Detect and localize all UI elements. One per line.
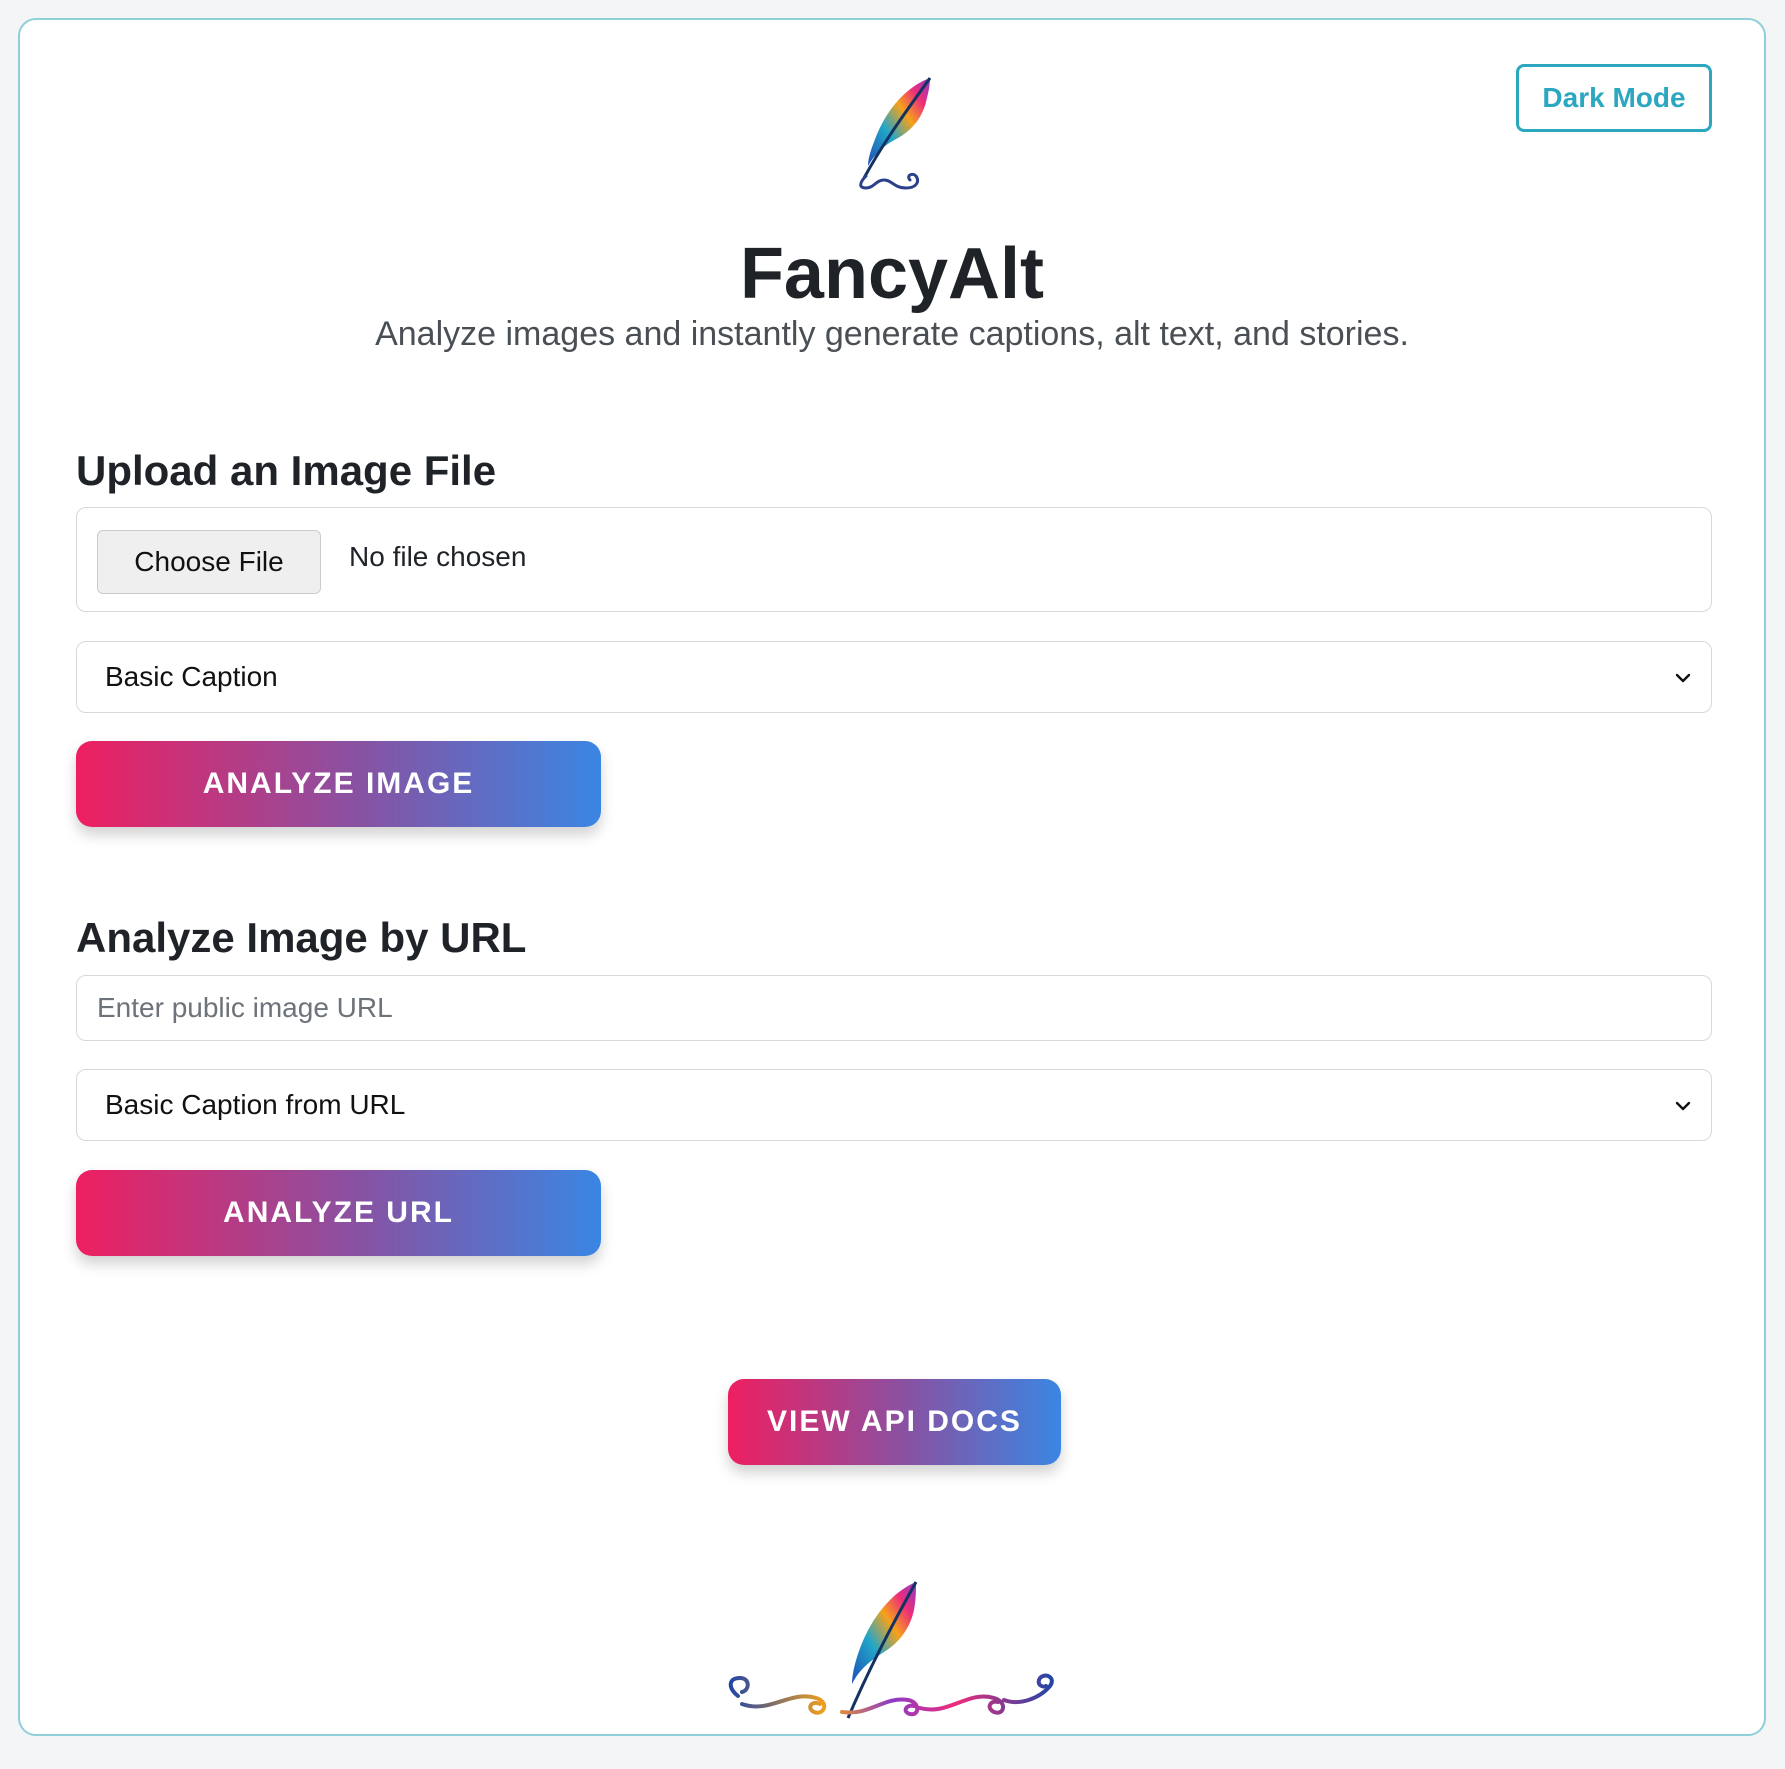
upload-section-heading: Upload an Image File: [76, 447, 497, 494]
file-upload-field[interactable]: Choose File No file chosen: [76, 507, 1712, 612]
chevron-down-icon: [1675, 1101, 1691, 1111]
analyze-url-button[interactable]: ANALYZE URL: [76, 1170, 601, 1256]
feather-quill-icon: [859, 77, 932, 190]
image-url-input[interactable]: [76, 975, 1712, 1041]
app-title: FancyAlt: [739, 234, 1045, 314]
upload-mode-value: Basic Caption: [105, 661, 278, 692]
file-status-text: No file chosen: [349, 541, 527, 572]
url-mode-select[interactable]: Basic Caption from URL: [76, 1069, 1712, 1141]
app-subtitle: Analyze images and instantly generate ca…: [375, 315, 1409, 353]
url-mode-value: Basic Caption from URL: [105, 1089, 406, 1120]
chevron-down-icon: [1675, 673, 1691, 683]
dark-mode-button[interactable]: Dark Mode: [1516, 64, 1712, 132]
upload-mode-select[interactable]: Basic Caption: [76, 641, 1712, 713]
main-card: Dark Mode FancyAlt Analyze images and in…: [18, 18, 1766, 1736]
view-api-docs-button[interactable]: VIEW API DOCS: [728, 1379, 1061, 1465]
analyze-image-button[interactable]: ANALYZE IMAGE: [76, 741, 601, 827]
feather-flourish-icon: [728, 1581, 1054, 1719]
url-section-heading: Analyze Image by URL: [76, 914, 527, 961]
choose-file-button[interactable]: Choose File: [97, 530, 321, 594]
